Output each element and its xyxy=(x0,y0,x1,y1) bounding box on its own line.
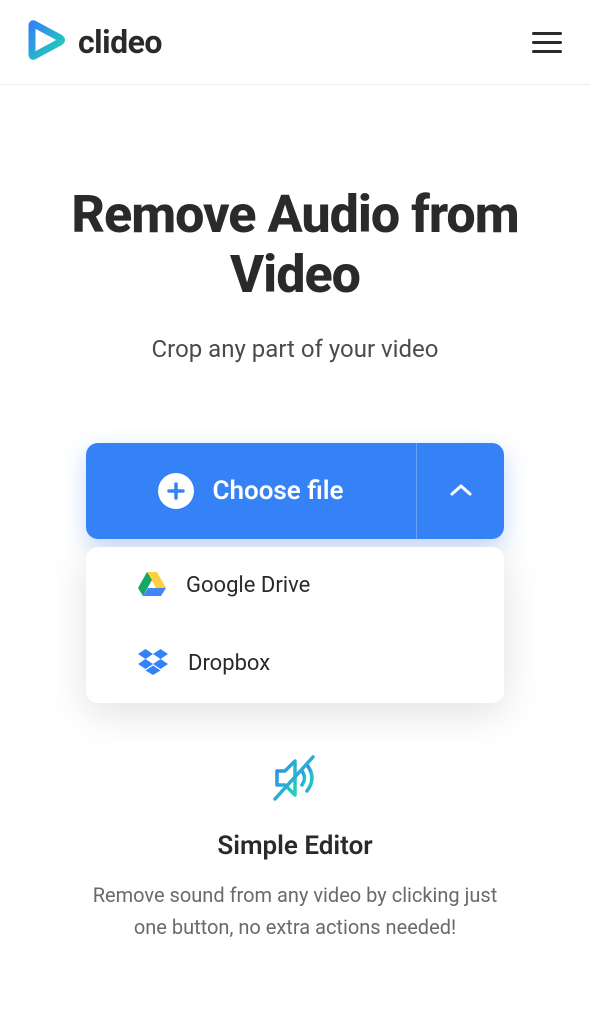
feature-description: Remove sound from any video by clicking … xyxy=(80,879,510,943)
chevron-up-icon xyxy=(450,481,472,500)
upload-source-menu: Google Drive Dropbox xyxy=(86,547,504,703)
dropbox-icon xyxy=(138,649,168,679)
google-drive-icon xyxy=(138,571,166,601)
choose-file-button-group: Choose file xyxy=(86,443,504,539)
google-drive-label: Google Drive xyxy=(186,573,310,598)
page-subtitle: Crop any part of your video xyxy=(40,335,550,363)
feature-block: Simple Editor Remove sound from any vide… xyxy=(40,753,550,943)
plus-icon xyxy=(158,473,194,509)
upload-source-dropdown-toggle[interactable] xyxy=(416,443,504,539)
mute-icon xyxy=(80,753,510,803)
dropbox-option[interactable]: Dropbox xyxy=(86,625,504,703)
google-drive-option[interactable]: Google Drive xyxy=(86,547,504,625)
dropbox-label: Dropbox xyxy=(188,651,270,676)
header: clideo xyxy=(0,0,590,85)
main-content: Remove Audio from Video Crop any part of… xyxy=(0,85,590,983)
choose-file-label: Choose file xyxy=(212,476,343,506)
choose-file-button[interactable]: Choose file xyxy=(86,443,416,539)
feature-title: Simple Editor xyxy=(80,831,510,861)
page-title: Remove Audio from Video xyxy=(40,185,550,305)
upload-section: Choose file Google Drive xyxy=(86,443,504,703)
logo[interactable]: clideo xyxy=(28,20,162,64)
play-icon xyxy=(28,20,66,64)
brand-name: clideo xyxy=(78,23,162,61)
hamburger-menu-icon[interactable] xyxy=(532,32,562,53)
